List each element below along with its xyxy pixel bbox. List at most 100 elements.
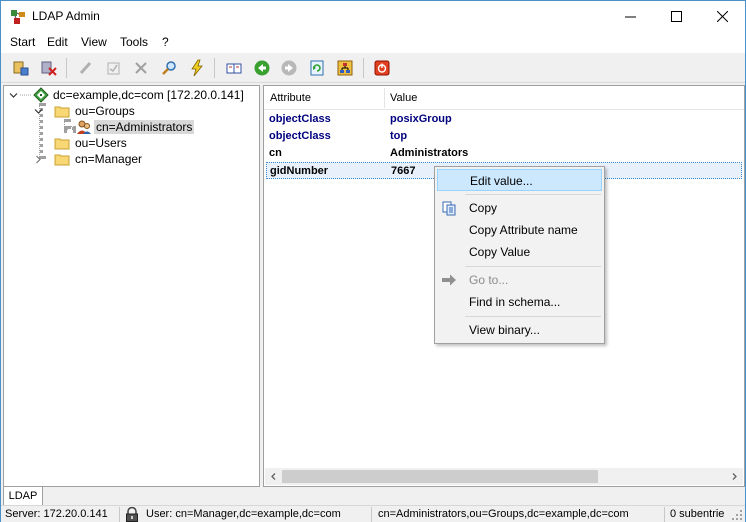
lightning-icon: [191, 59, 203, 77]
menu-edit[interactable]: Edit: [47, 35, 68, 49]
menu-item-label: View binary...: [469, 323, 540, 337]
forward-button[interactable]: [278, 57, 300, 79]
menu-item-label: Edit value...: [470, 174, 533, 188]
chevron-down-icon[interactable]: [9, 91, 18, 100]
properties-icon: [107, 62, 120, 75]
column-header-value[interactable]: Value: [390, 92, 417, 104]
toolbar: [1, 53, 745, 83]
menu-item-edit-value[interactable]: Edit value...: [437, 169, 602, 191]
minimize-icon: [624, 16, 636, 17]
tree-node-root-label: dc=example,dc=com [172.20.0.141]: [53, 88, 244, 102]
menu-item-label: Go to...: [469, 273, 509, 287]
directory-tree[interactable]: dc=example,dc=com [172.20.0.141] ou=Grou…: [3, 85, 260, 487]
search-icon: [162, 61, 176, 75]
menu-item-label: Copy Attribute name: [469, 223, 578, 237]
menu-separator: [465, 266, 601, 267]
menu-item-label: Copy: [469, 201, 498, 215]
delete-icon: [135, 62, 147, 74]
chevron-down-icon[interactable]: [34, 107, 43, 116]
tree-node-manager-label: cn=Manager: [75, 152, 143, 166]
status-divider: [664, 507, 665, 522]
menu-item-find-in-schema[interactable]: Find in schema...: [437, 291, 602, 313]
menu-item-copy-attribute-name[interactable]: Copy Attribute name: [437, 219, 602, 241]
folder-icon: [54, 138, 70, 149]
delete-button[interactable]: [130, 57, 152, 79]
attribute-value: 7667: [391, 165, 416, 177]
menu-item-label: Copy Value: [469, 245, 531, 259]
tree-guide-line: [64, 126, 76, 130]
close-button[interactable]: [699, 1, 745, 31]
tree-node-administrators-label: cn=Administrators: [94, 120, 195, 134]
schema-button[interactable]: [223, 57, 245, 79]
properties-button[interactable]: [103, 57, 125, 79]
ldap-admin-window: LDAP Admin Start Edit View Tools ? dc=ex…: [0, 0, 746, 522]
menu-help[interactable]: ?: [162, 35, 169, 49]
disconnect-button[interactable]: [38, 57, 60, 79]
menu-bar: Start Edit View Tools ?: [1, 31, 745, 53]
ldap-admin-app-icon: [11, 10, 25, 24]
menu-item-copy-value[interactable]: Copy Value: [437, 241, 602, 263]
close-icon: [716, 10, 728, 22]
menu-item-view-binary[interactable]: View binary...: [437, 319, 602, 341]
tab-ldap[interactable]: LDAP: [3, 487, 43, 506]
tree-view-button[interactable]: [334, 57, 356, 79]
title-bar: LDAP Admin: [1, 1, 745, 31]
attribute-name: cn: [269, 147, 282, 159]
menu-start[interactable]: Start: [10, 35, 35, 49]
window-title: LDAP Admin: [32, 9, 100, 23]
attribute-value: posixGroup: [390, 113, 452, 125]
maximize-icon: [670, 10, 682, 22]
folder-icon: [54, 154, 70, 165]
edit-entry-button[interactable]: [75, 57, 97, 79]
scroll-left-button[interactable]: [265, 468, 282, 485]
tree-node-users[interactable]: ou=Users: [54, 135, 129, 151]
horizontal-scrollbar[interactable]: [265, 468, 743, 485]
menu-separator: [465, 316, 601, 317]
column-divider[interactable]: [384, 88, 385, 108]
attribute-row[interactable]: objectClass top: [266, 128, 742, 145]
toolbar-separator: [66, 58, 67, 78]
scroll-right-button[interactable]: [726, 468, 743, 485]
tree-node-root[interactable]: dc=example,dc=com [172.20.0.141]: [20, 87, 246, 103]
scrollbar-thumb[interactable]: [282, 470, 598, 483]
status-current-dn: cn=Administrators,ou=Groups,dc=example,d…: [378, 508, 629, 520]
attribute-value: Administrators: [390, 147, 469, 159]
power-icon: [374, 60, 390, 76]
attribute-name: objectClass: [269, 130, 331, 142]
chevron-right-icon[interactable]: [34, 155, 43, 164]
search-button[interactable]: [158, 57, 180, 79]
column-header-attribute[interactable]: Attribute: [270, 92, 311, 104]
attribute-row[interactable]: cn Administrators: [266, 145, 742, 162]
disconnect-icon: [41, 61, 57, 76]
menu-view[interactable]: View: [81, 35, 107, 49]
tree-node-groups-label: ou=Groups: [75, 104, 135, 118]
arrow-right-icon: [442, 274, 456, 286]
status-user: User: cn=Manager,dc=example,dc=com: [146, 508, 341, 520]
attribute-row[interactable]: objectClass posixGroup: [266, 111, 742, 128]
refresh-button[interactable]: [306, 57, 328, 79]
toolbar-separator: [214, 58, 215, 78]
tree-node-administrators[interactable]: cn=Administrators: [76, 119, 195, 135]
menu-item-label: Find in schema...: [469, 295, 561, 309]
exit-button[interactable]: [371, 57, 393, 79]
maximize-button[interactable]: [653, 1, 699, 31]
menu-item-copy[interactable]: Copy: [437, 197, 602, 219]
tree-node-groups[interactable]: ou=Groups: [54, 103, 137, 119]
folder-icon: [54, 106, 70, 117]
connect-button[interactable]: [10, 57, 32, 79]
status-subentries: 0 subentrie: [670, 508, 725, 520]
group-users-icon: [77, 120, 91, 134]
attribute-name: objectClass: [269, 113, 331, 125]
attribute-context-menu: Edit value... Copy Copy Attribute name C…: [434, 166, 605, 344]
menu-separator: [465, 194, 601, 195]
minimize-button[interactable]: [607, 1, 653, 31]
back-arrow-icon: [254, 60, 270, 76]
copy-icon: [442, 201, 456, 216]
menu-item-go-to[interactable]: Go to...: [437, 269, 602, 291]
quick-search-button[interactable]: [186, 57, 208, 79]
resize-grip-icon[interactable]: [732, 510, 743, 521]
tree-node-manager[interactable]: cn=Manager: [54, 151, 144, 167]
back-button[interactable]: [251, 57, 273, 79]
menu-tools[interactable]: Tools: [120, 35, 148, 49]
attribute-name: gidNumber: [270, 165, 329, 177]
